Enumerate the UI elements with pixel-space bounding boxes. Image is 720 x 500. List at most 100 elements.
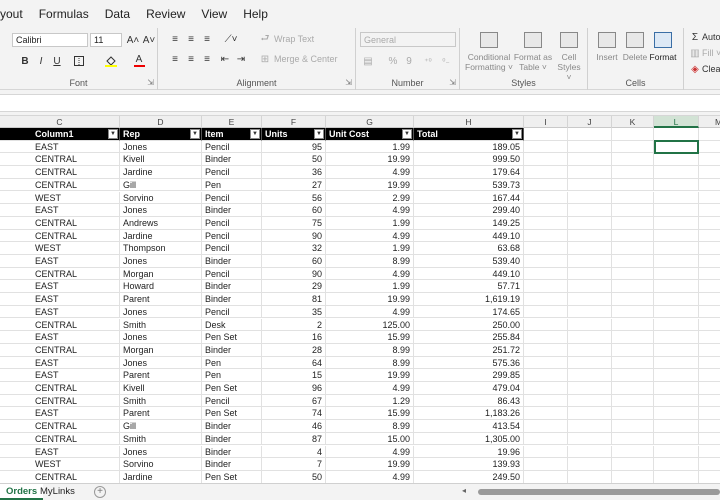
font-name-select[interactable]: Calibri [12, 33, 88, 47]
filter-dropdown-icon[interactable]: ▼ [402, 129, 412, 139]
font-size-select[interactable]: 11 [90, 33, 122, 47]
fill-color-icon[interactable] [104, 54, 118, 68]
empty-cell[interactable] [524, 293, 568, 306]
cell-total[interactable]: 251.72 [414, 343, 524, 357]
empty-cell[interactable] [612, 394, 654, 408]
empty-cell[interactable] [568, 178, 612, 192]
cell-rep[interactable]: Jardine [120, 470, 202, 483]
empty-cell[interactable] [654, 369, 699, 382]
empty-cell[interactable] [654, 445, 699, 459]
cell-total[interactable]: 479.04 [414, 382, 524, 395]
cell-rep[interactable]: Gill [120, 420, 202, 433]
grow-font-button[interactable]: A˄ [126, 33, 140, 47]
cell-unit-cost[interactable]: 15.00 [326, 432, 414, 446]
cell-units[interactable]: 27 [262, 178, 326, 192]
header-cell-col1[interactable]: Column1 ▼ [0, 128, 120, 141]
cell-total[interactable]: 449.10 [414, 229, 524, 243]
menu-help[interactable]: Help [235, 7, 276, 21]
cell-units[interactable]: 4 [262, 445, 326, 459]
menu-view[interactable]: View [193, 7, 235, 21]
empty-cell[interactable] [568, 216, 612, 230]
empty-cell[interactable] [524, 267, 568, 281]
empty-cell[interactable] [524, 331, 568, 344]
empty-cell[interactable] [654, 267, 699, 281]
cell-rep[interactable]: Jones [120, 140, 202, 154]
cell-units[interactable]: 29 [262, 280, 326, 294]
empty-cell[interactable] [699, 255, 720, 268]
cell-unit-cost[interactable]: 19.99 [326, 293, 414, 306]
cell-rep[interactable]: Morgan [120, 343, 202, 357]
cell-rep[interactable]: Jones [120, 356, 202, 370]
empty-cell[interactable] [524, 178, 568, 192]
cell-rep[interactable]: Parent [120, 293, 202, 306]
cell-item[interactable]: Pen Set [202, 407, 262, 421]
cell-item[interactable]: Pencil [202, 394, 262, 408]
empty-cell[interactable] [568, 331, 612, 344]
cell-col1[interactable]: EAST [0, 369, 120, 382]
empty-cell[interactable] [654, 204, 699, 217]
cell-unit-cost[interactable]: 4.99 [326, 204, 414, 217]
cell-unit-cost[interactable]: 125.00 [326, 318, 414, 332]
cell-unit-cost[interactable]: 8.99 [326, 255, 414, 268]
cell-unit-cost[interactable]: 4.99 [326, 382, 414, 395]
font-color-icon[interactable]: A [132, 52, 146, 68]
cell-item[interactable]: Pencil [202, 305, 262, 319]
cell-item[interactable]: Pencil [202, 242, 262, 255]
empty-cell[interactable] [568, 432, 612, 446]
cell-rep[interactable]: Kivell [120, 382, 202, 395]
horizontal-scrollbar[interactable] [478, 489, 720, 495]
empty-cell[interactable] [524, 407, 568, 421]
empty-cell[interactable] [654, 153, 699, 167]
align-top-icon[interactable]: ≡ [168, 32, 182, 46]
header-cell-units[interactable]: Units ▼ [262, 128, 326, 141]
empty-cell[interactable] [699, 306, 720, 319]
empty-cell[interactable] [654, 305, 699, 319]
cell-item[interactable]: Binder [202, 204, 262, 217]
menu-review[interactable]: Review [138, 7, 193, 21]
empty-cell[interactable] [568, 229, 612, 243]
cell-units[interactable]: 50 [262, 470, 326, 483]
empty-cell[interactable] [654, 255, 699, 268]
menu-data[interactable]: Data [97, 7, 138, 21]
cell-col1[interactable]: EAST [0, 331, 120, 344]
column-header-d[interactable]: D [120, 116, 202, 128]
scroll-left-icon[interactable]: ◂ [462, 486, 466, 495]
cell-total[interactable]: 413.54 [414, 420, 524, 433]
cell-units[interactable]: 95 [262, 140, 326, 154]
clear-button[interactable]: Clea [702, 62, 720, 76]
cell-rep[interactable]: Jones [120, 255, 202, 268]
number-format-select[interactable]: General [360, 32, 456, 47]
cell-units[interactable]: 60 [262, 255, 326, 268]
empty-cell[interactable] [699, 458, 720, 471]
bold-button[interactable]: B [18, 54, 32, 68]
empty-cell[interactable] [699, 395, 720, 408]
cell-rep[interactable]: Sorvino [120, 191, 202, 205]
cell-col1[interactable]: CENTRAL [0, 432, 120, 446]
empty-cell[interactable] [699, 166, 720, 179]
cell-total[interactable]: 539.40 [414, 255, 524, 268]
cell-unit-cost[interactable]: 4.99 [326, 166, 414, 179]
cell-units[interactable]: 46 [262, 420, 326, 433]
cell-rep[interactable]: Jones [120, 331, 202, 344]
wrap-text-icon[interactable]: ⮐ [260, 32, 270, 46]
empty-cell[interactable] [568, 280, 612, 294]
empty-cell[interactable] [612, 356, 654, 370]
cell-unit-cost[interactable]: 8.99 [326, 343, 414, 357]
empty-cell[interactable] [524, 445, 568, 459]
empty-cell[interactable] [612, 242, 654, 255]
cell-units[interactable]: 35 [262, 305, 326, 319]
empty-cell[interactable] [654, 191, 699, 205]
empty-cell[interactable] [524, 153, 568, 167]
empty-cell[interactable] [568, 255, 612, 268]
empty-cell[interactable] [612, 293, 654, 306]
cell-rep[interactable]: Jardine [120, 166, 202, 179]
alignment-launcher-icon[interactable]: ⇲ [345, 78, 352, 87]
empty-cell[interactable] [568, 293, 612, 306]
currency-icon[interactable]: ▤ [360, 54, 376, 68]
empty-cell[interactable] [568, 420, 612, 433]
cell-col1[interactable]: EAST [0, 204, 120, 217]
cell-rep[interactable]: Jones [120, 204, 202, 217]
cell-col1[interactable]: CENTRAL [0, 318, 120, 332]
empty-cell[interactable] [524, 166, 568, 179]
empty-cell[interactable] [654, 216, 699, 230]
